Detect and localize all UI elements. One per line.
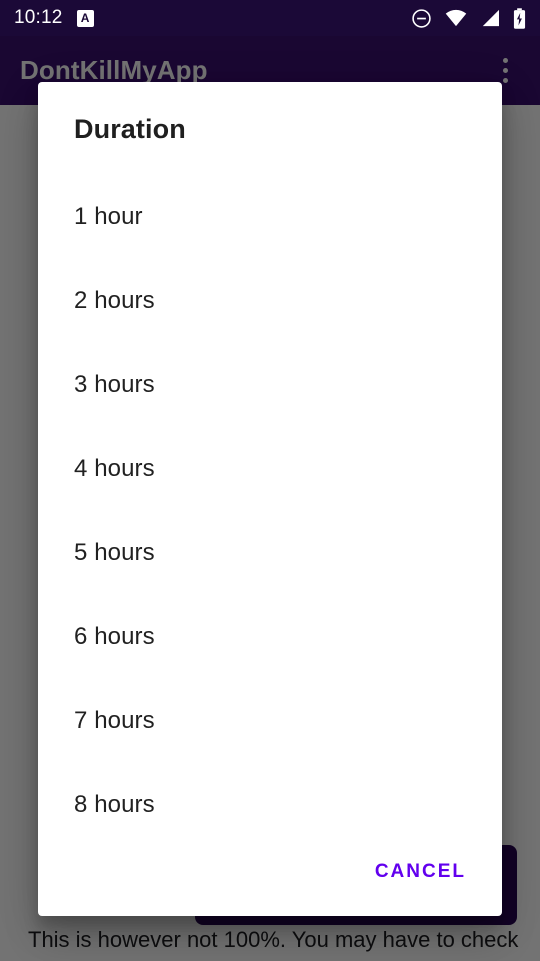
status-bar-clock: 10:12 — [14, 7, 63, 28]
battery-charging-icon — [513, 7, 526, 29]
phone-screen: This is however not 100%. You may have t… — [0, 0, 540, 961]
duration-option-8-hours[interactable]: 8 hours — [38, 763, 502, 836]
duration-option-4-hours[interactable]: 4 hours — [38, 427, 502, 511]
notification-app-badge-icon: A — [76, 9, 94, 27]
status-bar: 10:12 A — [0, 0, 540, 36]
do-not-disturb-icon — [412, 8, 431, 28]
cellular-signal-icon — [482, 9, 499, 27]
duration-option-6-hours[interactable]: 6 hours — [38, 595, 502, 679]
dialog-title: Duration — [74, 114, 186, 144]
duration-options-list: 1 hour 2 hours 3 hours 4 hours 5 hours 6… — [38, 175, 502, 836]
duration-dialog: Duration 1 hour 2 hours 3 hours 4 hours … — [38, 82, 502, 916]
dialog-action-bar: CANCEL — [38, 836, 502, 916]
duration-option-1-hour[interactable]: 1 hour — [38, 175, 502, 259]
status-bar-notification-icons: A — [76, 9, 94, 27]
duration-option-2-hours[interactable]: 2 hours — [38, 259, 502, 343]
duration-option-7-hours[interactable]: 7 hours — [38, 679, 502, 763]
duration-option-5-hours[interactable]: 5 hours — [38, 511, 502, 595]
cancel-button[interactable]: CANCEL — [361, 851, 480, 893]
wifi-icon — [445, 9, 467, 27]
duration-option-3-hours[interactable]: 3 hours — [38, 343, 502, 427]
status-bar-system-icons — [411, 7, 526, 29]
